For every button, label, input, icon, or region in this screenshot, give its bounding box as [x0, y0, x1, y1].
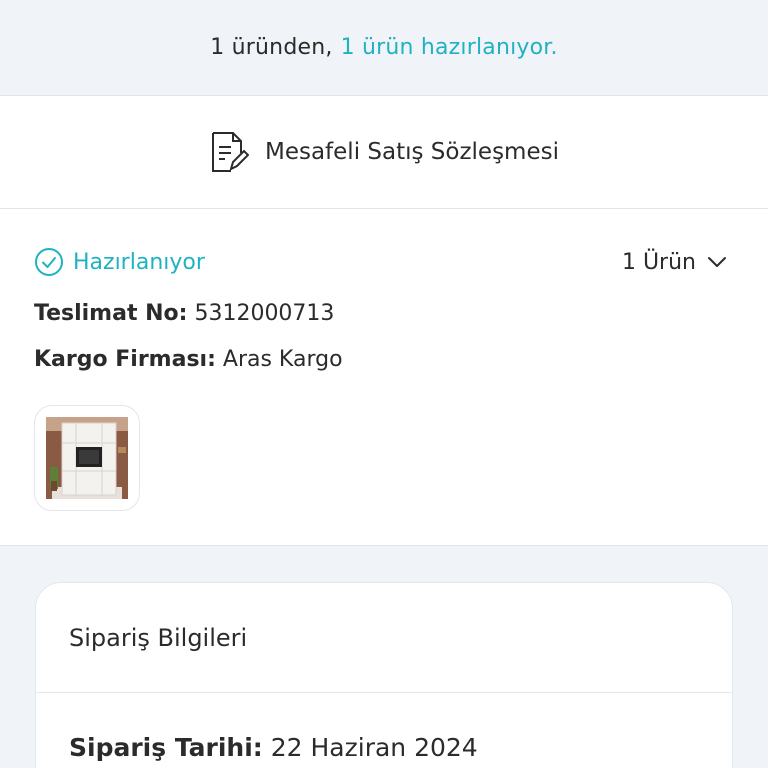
banner-prefix: 1 üründen, [210, 35, 333, 60]
product-thumbnail[interactable] [34, 405, 140, 511]
carrier-label: Kargo Firması: [34, 347, 216, 372]
carrier-info: Kargo Firması: Aras Kargo [34, 347, 343, 372]
tracking-label: Teslimat No: [34, 301, 188, 326]
item-count-toggle[interactable]: 1 Ürün [622, 250, 728, 275]
order-date-value: 22 Haziran 2024 [270, 733, 478, 762]
order-date: Sipariş Tarihi: 22 Haziran 2024 [36, 693, 732, 762]
status-badge: Hazırlanıyor [34, 247, 205, 277]
contract-link[interactable]: Mesafeli Satış Sözleşmesi [0, 96, 768, 209]
check-circle-icon [35, 248, 63, 276]
banner-accent-text: 1 ürün hazırlanıyor. [340, 35, 558, 60]
order-info-card: Sipariş Bilgileri Sipariş Tarihi: 22 Haz… [35, 582, 733, 768]
order-status-banner: 1 üründen, 1 ürün hazırlanıyor. [0, 0, 768, 96]
chevron-down-icon [708, 257, 726, 267]
delivery-section: Hazırlanıyor 1 Ürün Teslimat No: 5312000… [0, 209, 768, 546]
order-info-title: Sipariş Bilgileri [36, 583, 732, 693]
contract-label: Mesafeli Satış Sözleşmesi [264, 139, 559, 165]
delivery-header: Hazırlanıyor 1 Ürün [34, 245, 728, 279]
tracking-number: Teslimat No: 5312000713 [34, 301, 334, 326]
document-edit-icon [211, 132, 249, 172]
product-image [46, 417, 128, 499]
carrier-value: Aras Kargo [222, 347, 343, 372]
tracking-value: 5312000713 [194, 301, 335, 326]
order-date-label: Sipariş Tarihi: [69, 733, 263, 762]
item-count-label: 1 Ürün [621, 249, 696, 275]
status-label: Hazırlanıyor [73, 249, 205, 275]
